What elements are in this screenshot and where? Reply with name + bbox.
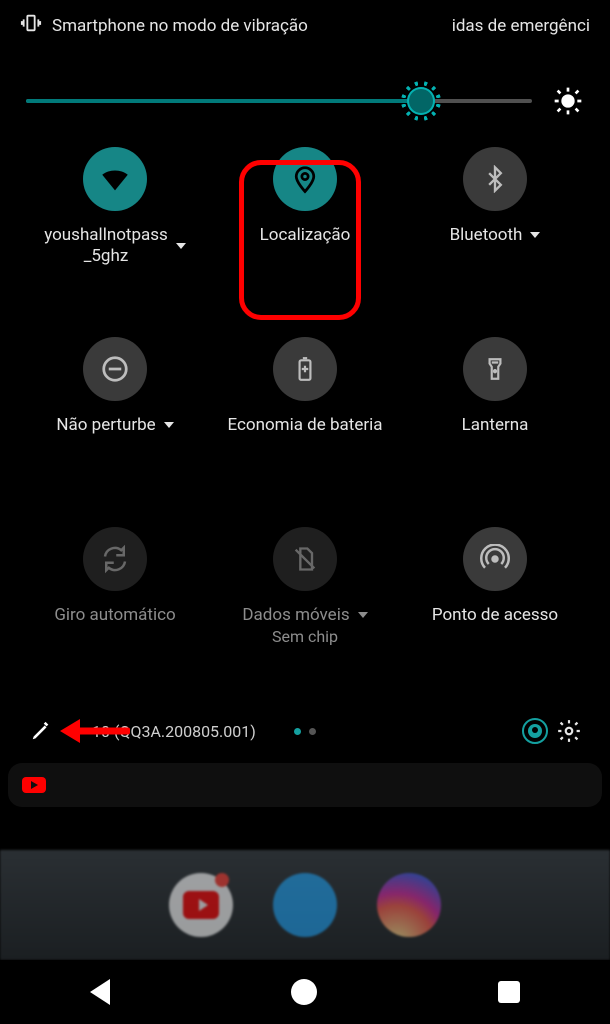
tile-dnd[interactable]: Não perturbe: [20, 327, 210, 517]
page-dot: [294, 728, 301, 735]
tile-label: Ponto de acesso: [432, 605, 558, 625]
battery-icon: [273, 337, 337, 401]
tile-label: Bluetooth: [450, 225, 523, 245]
tile-mobiledata[interactable]: Dados móveis Sem chip: [210, 517, 400, 707]
wifi-icon: [83, 147, 147, 211]
quick-settings-grid: youshallnotpass_5ghz Localização Bluetoo…: [0, 127, 610, 707]
youtube-app-icon[interactable]: [169, 873, 233, 937]
page-dot: [309, 728, 316, 735]
rotate-icon: [83, 527, 147, 591]
hotspot-icon: [463, 527, 527, 591]
brightness-thumb[interactable]: [407, 87, 435, 115]
brightness-slider[interactable]: [26, 99, 532, 103]
tile-label: Não perturbe: [56, 415, 155, 435]
chevron-down-icon: [176, 243, 186, 249]
bluetooth-icon: [463, 147, 527, 211]
tile-sublabel: Sem chip: [272, 627, 338, 646]
user-button[interactable]: [518, 714, 552, 748]
tile-label: Localização: [260, 225, 351, 245]
nav-recents-button[interactable]: [498, 981, 520, 1003]
status-bar: Smartphone no modo de vibração idas de e…: [0, 0, 610, 45]
dnd-icon: [83, 337, 147, 401]
twitter-app-icon[interactable]: [273, 873, 337, 937]
chevron-down-icon: [358, 612, 368, 618]
home-dock: [0, 850, 610, 960]
tile-hotspot[interactable]: Ponto de acesso: [400, 517, 590, 707]
settings-button[interactable]: [552, 714, 586, 748]
sim-icon: [273, 527, 337, 591]
page-indicator: [294, 728, 316, 735]
status-text-right: idas de emergênci: [452, 16, 590, 36]
vibrate-icon: [20, 12, 42, 39]
tile-battery-saver[interactable]: Economia de bateria: [210, 327, 400, 517]
chevron-down-icon: [164, 422, 174, 428]
build-number-text: 10 (QQ3A.200805.001): [92, 722, 256, 741]
tile-flashlight[interactable]: Lanterna: [400, 327, 590, 517]
tile-label: Lanterna: [462, 415, 529, 435]
nav-home-button[interactable]: [291, 979, 317, 1005]
location-icon: [273, 147, 337, 211]
notification-card[interactable]: [8, 763, 602, 807]
quick-settings-footer: 10 (QQ3A.200805.001): [0, 707, 610, 755]
tile-autorotate[interactable]: Giro automático: [20, 517, 210, 707]
navigation-bar: [0, 960, 610, 1024]
tile-label: youshallnotpass_5ghz: [44, 225, 168, 268]
edit-button[interactable]: [24, 714, 58, 748]
status-text-left: Smartphone no modo de vibração: [52, 16, 308, 36]
instagram-app-icon[interactable]: [377, 873, 441, 937]
flashlight-icon: [463, 337, 527, 401]
nav-back-button[interactable]: [90, 979, 110, 1005]
chevron-down-icon: [530, 232, 540, 238]
tile-label: Dados móveis: [242, 605, 349, 625]
tile-label: Economia de bateria: [227, 415, 382, 435]
brightness-row: [0, 45, 610, 127]
tile-wifi[interactable]: youshallnotpass_5ghz: [20, 137, 210, 327]
tile-location[interactable]: Localização: [210, 137, 400, 327]
auto-brightness-icon[interactable]: [552, 85, 584, 117]
youtube-icon: [22, 777, 46, 793]
tile-label: Giro automático: [54, 605, 175, 625]
tile-bluetooth[interactable]: Bluetooth: [400, 137, 590, 327]
